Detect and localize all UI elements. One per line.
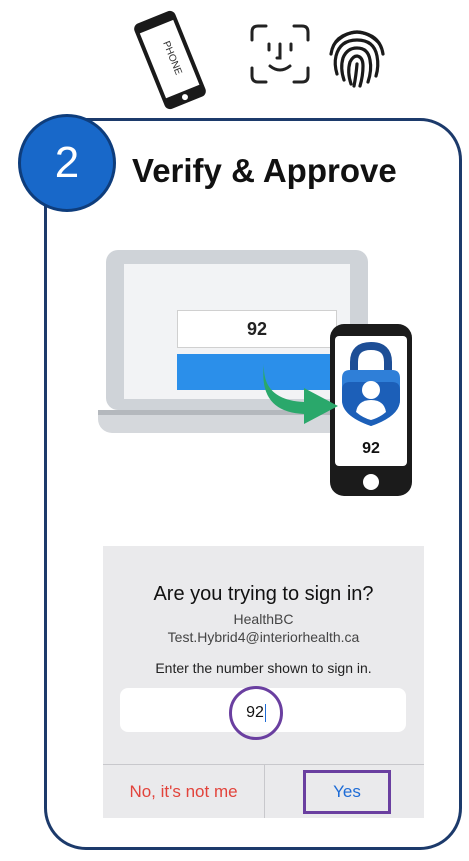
deny-button[interactable]: No, it's not me <box>103 765 264 818</box>
phone-icon: PHONE <box>134 10 206 110</box>
fingerprint-icon <box>329 30 385 88</box>
number-input-highlight[interactable]: 92 <box>229 686 283 740</box>
laptop-number-box: 92 <box>177 310 337 348</box>
button-divider <box>264 765 265 818</box>
dialog-instruction: Enter the number shown to sign in. <box>155 660 372 676</box>
face-id-icon <box>250 24 310 84</box>
dialog-title: Are you trying to sign in? <box>153 583 374 605</box>
sign-in-dialog: Are you trying to sign in? HealthBC Test… <box>103 546 424 818</box>
entered-number: 92 <box>246 704 264 721</box>
dialog-account-email: Test.Hybrid4@interiorhealth.ca <box>167 629 360 645</box>
verification-illustration: 92 92 <box>98 250 420 496</box>
dialog-organization: HealthBC <box>233 611 294 627</box>
mobile-phone-number: 92 <box>362 440 380 457</box>
curved-arrow-icon <box>263 364 338 424</box>
step-title: Verify & Approve <box>132 152 397 189</box>
approve-button[interactable]: Yes <box>303 770 391 814</box>
step-number-badge: 2 <box>18 114 116 212</box>
text-caret <box>264 704 266 722</box>
home-button-icon <box>363 474 379 490</box>
